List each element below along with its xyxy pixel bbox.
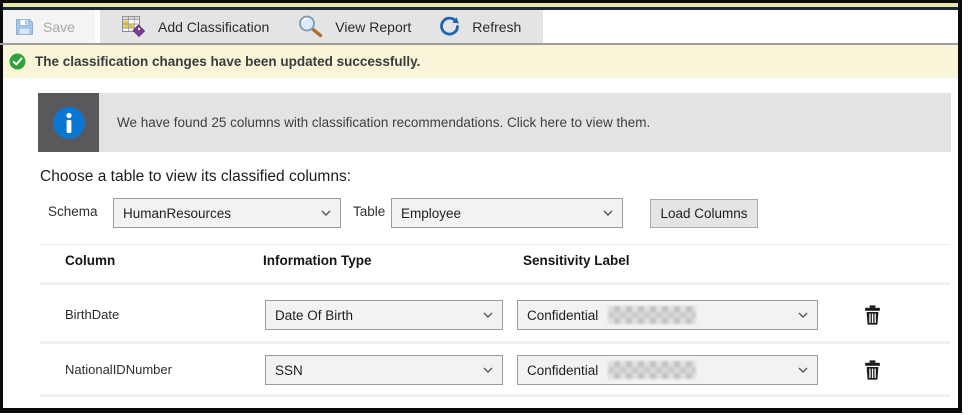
information-type-value: SSN: [275, 363, 477, 378]
status-message: The classification changes have been upd…: [35, 54, 420, 69]
save-button[interactable]: Save: [3, 10, 95, 43]
toolbar: Save: [3, 10, 958, 43]
column-header-information-type: Information Type: [263, 253, 372, 268]
trash-icon: [864, 360, 881, 380]
schema-select[interactable]: HumanResources: [113, 198, 341, 228]
refresh-label: Refresh: [472, 19, 521, 35]
chevron-down-icon: [483, 312, 493, 318]
frame-right-border: [958, 0, 962, 413]
save-label: Save: [43, 19, 75, 35]
recommendations-message[interactable]: We have found 25 columns with classifica…: [117, 115, 650, 130]
view-report-button[interactable]: View Report: [283, 10, 425, 43]
sensitivity-label-value: Confidential: [527, 308, 598, 323]
sensitivity-label-select-row1[interactable]: Confidential: [517, 300, 818, 330]
magnifier-icon: [297, 15, 323, 38]
sensitivity-label-value: Confidential: [527, 363, 598, 378]
floppy-disk-icon: [15, 18, 34, 36]
column-header-sensitivity-label: Sensitivity Label: [523, 253, 630, 268]
load-columns-button[interactable]: Load Columns: [650, 199, 758, 228]
grid-top-line: [40, 244, 950, 245]
frame-bottom-border: [0, 408, 962, 413]
row-divider: [40, 394, 950, 397]
info-circle-icon: [52, 106, 86, 140]
table-selected-value: Employee: [401, 206, 597, 221]
redacted-blur-patch: [608, 361, 696, 379]
refresh-button[interactable]: Refresh: [425, 10, 535, 43]
row-divider: [40, 282, 950, 285]
column-name-cell: NationalIDNumber: [65, 362, 172, 377]
information-type-value: Date Of Birth: [275, 308, 477, 323]
row-divider: [40, 341, 950, 344]
recommendations-banner[interactable]: We have found 25 columns with classifica…: [99, 93, 951, 152]
information-type-select-row2[interactable]: SSN: [265, 355, 503, 385]
picker-heading: Choose a table to view its classified co…: [40, 168, 351, 186]
chevron-down-icon: [798, 367, 808, 373]
table-select[interactable]: Employee: [391, 198, 623, 228]
add-classification-label: Add Classification: [158, 19, 269, 35]
chevron-down-icon: [798, 312, 808, 318]
chevron-down-icon: [603, 210, 613, 216]
toolbar-main-group: Add Classification View Report: [100, 10, 543, 43]
status-bar: The classification changes have been upd…: [3, 45, 958, 78]
redacted-blur-patch: [608, 306, 696, 324]
info-icon-tile: [38, 93, 99, 152]
green-check-icon: [9, 53, 26, 70]
schema-selected-value: HumanResources: [123, 206, 315, 221]
chevron-down-icon: [483, 367, 493, 373]
refresh-arrow-icon: [439, 16, 460, 37]
add-classification-button[interactable]: Add Classification: [108, 10, 283, 43]
data-classification-window: Save: [0, 0, 979, 415]
schema-label: Schema: [48, 204, 98, 219]
delete-classification-button-row2[interactable]: [860, 357, 884, 383]
table-classification-icon: [122, 16, 146, 37]
chevron-down-icon: [321, 210, 331, 216]
column-header-column: Column: [65, 253, 115, 268]
trash-icon: [864, 305, 881, 325]
table-label: Table: [353, 204, 385, 219]
sensitivity-label-select-row2[interactable]: Confidential: [517, 355, 818, 385]
delete-classification-button-row1[interactable]: [860, 302, 884, 328]
column-name-cell: BirthDate: [65, 307, 119, 322]
view-report-label: View Report: [335, 19, 411, 35]
information-type-select-row1[interactable]: Date Of Birth: [265, 300, 503, 330]
